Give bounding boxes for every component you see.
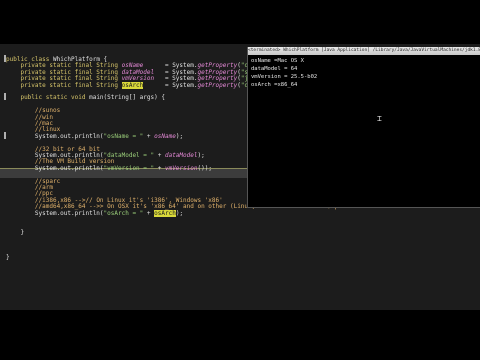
code-token: dataModel (164, 152, 198, 159)
text-cursor-icon: ⌶ (377, 114, 382, 123)
code-token: ()); (197, 164, 212, 172)
code-token: "osName = " (103, 132, 144, 140)
code-token: private static final String (20, 81, 122, 89)
code-token: ); (197, 152, 205, 159)
code-token: "vmVersion = " (103, 164, 155, 172)
gutter-marker (4, 55, 6, 62)
code-token: System.out.println( (6, 132, 104, 140)
code-token: System.out.println( (6, 209, 104, 217)
code-line-print-osarch[interactable]: System.out.println("osArch = " + osArch)… (6, 209, 183, 218)
code-token: ); (175, 209, 184, 217)
code-token: osName (154, 132, 176, 140)
code-token: } (6, 254, 10, 262)
code-token: "osArch = " (103, 209, 144, 217)
gutter-marker (4, 93, 6, 101)
console-line-osarch: osArch =x86_64 (251, 82, 298, 88)
code-line-print-osname[interactable]: System.out.println("osName = " + osName)… (6, 132, 183, 141)
code-token: = System. (143, 81, 198, 89)
console-line-datamodel: dataModel = 64 (251, 66, 298, 72)
code-token: ); (175, 132, 184, 140)
code-token: public static void (20, 94, 90, 102)
code-token: System.out.println( (6, 164, 104, 172)
code-token: + (143, 209, 155, 217)
code-token: osArch (121, 81, 144, 89)
code-token: } (6, 228, 25, 236)
ide-window: public class WhichPlatform { private sta… (0, 44, 480, 310)
code-token: getProperty (197, 81, 238, 89)
code-token: osArch (154, 209, 176, 217)
console-title: <terminated> WhichPlatform [Java Applica… (248, 47, 480, 55)
code-token: vmVersion (164, 164, 198, 172)
code-token: main(String[] args) { (89, 94, 165, 102)
code-line-close-class[interactable]: } (6, 253, 10, 262)
code-line-field-osarch[interactable]: private static final String osArch = Sys… (6, 81, 263, 90)
console-line-osname: osName =Mac OS X (251, 58, 304, 64)
code-line-close-main[interactable]: } (6, 228, 24, 237)
code-line-main-decl[interactable]: public static void main(String[] args) { (6, 93, 165, 102)
gutter-marker (4, 131, 6, 139)
code-token: + (154, 164, 165, 172)
console-line-vmversion: vmVersion = 25.5-b02 (251, 74, 318, 80)
code-token: + (154, 152, 165, 159)
code-line-print-vmversion[interactable]: System.out.println("vmVersion = " + vmVe… (6, 164, 212, 173)
code-token: + (143, 132, 155, 140)
console-view[interactable]: <terminated> WhichPlatform [Java Applica… (247, 47, 480, 208)
